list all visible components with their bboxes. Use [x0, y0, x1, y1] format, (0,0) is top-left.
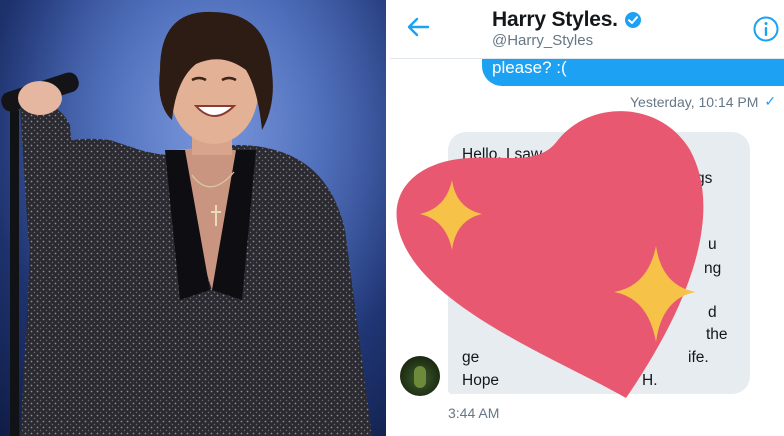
performer-photo [0, 0, 386, 436]
contact-handle: @Harry_Styles [492, 32, 594, 49]
received-line: the [706, 326, 728, 343]
performer-illustration [0, 0, 386, 436]
received-line: ge [462, 349, 480, 366]
received-line: Hello, I saw [462, 146, 543, 163]
verified-badge-icon [624, 12, 641, 28]
dm-conversation: please? :( Yesterday, 10:14 PM ✓ Hello, … [390, 0, 784, 436]
received-line: ng [704, 260, 722, 277]
hand [18, 81, 62, 115]
received-line: u [708, 236, 717, 253]
sent-timestamp-row: Yesterday, 10:14 PM ✓ [630, 93, 776, 110]
contact-name: Harry Styles. [492, 8, 618, 31]
avatar[interactable] [400, 356, 440, 396]
received-line: d [708, 304, 717, 321]
contact-name-row: Harry Styles. [492, 8, 642, 32]
mic-stand [10, 110, 19, 436]
sent-message-text: please? :( [492, 58, 567, 77]
received-line: gs [696, 170, 713, 187]
conversation-header: Harry Styles. @Harry_Styles [390, 0, 784, 59]
received-line: ife. [688, 349, 709, 366]
read-check-icon: ✓ [764, 93, 777, 109]
info-icon[interactable] [752, 15, 780, 43]
received-line: Hope [462, 372, 500, 389]
sent-timestamp: Yesterday, 10:14 PM [630, 93, 759, 110]
received-line: H. [642, 372, 658, 389]
received-timestamp: 3:44 AM [448, 405, 500, 421]
back-arrow-icon[interactable] [404, 13, 432, 41]
